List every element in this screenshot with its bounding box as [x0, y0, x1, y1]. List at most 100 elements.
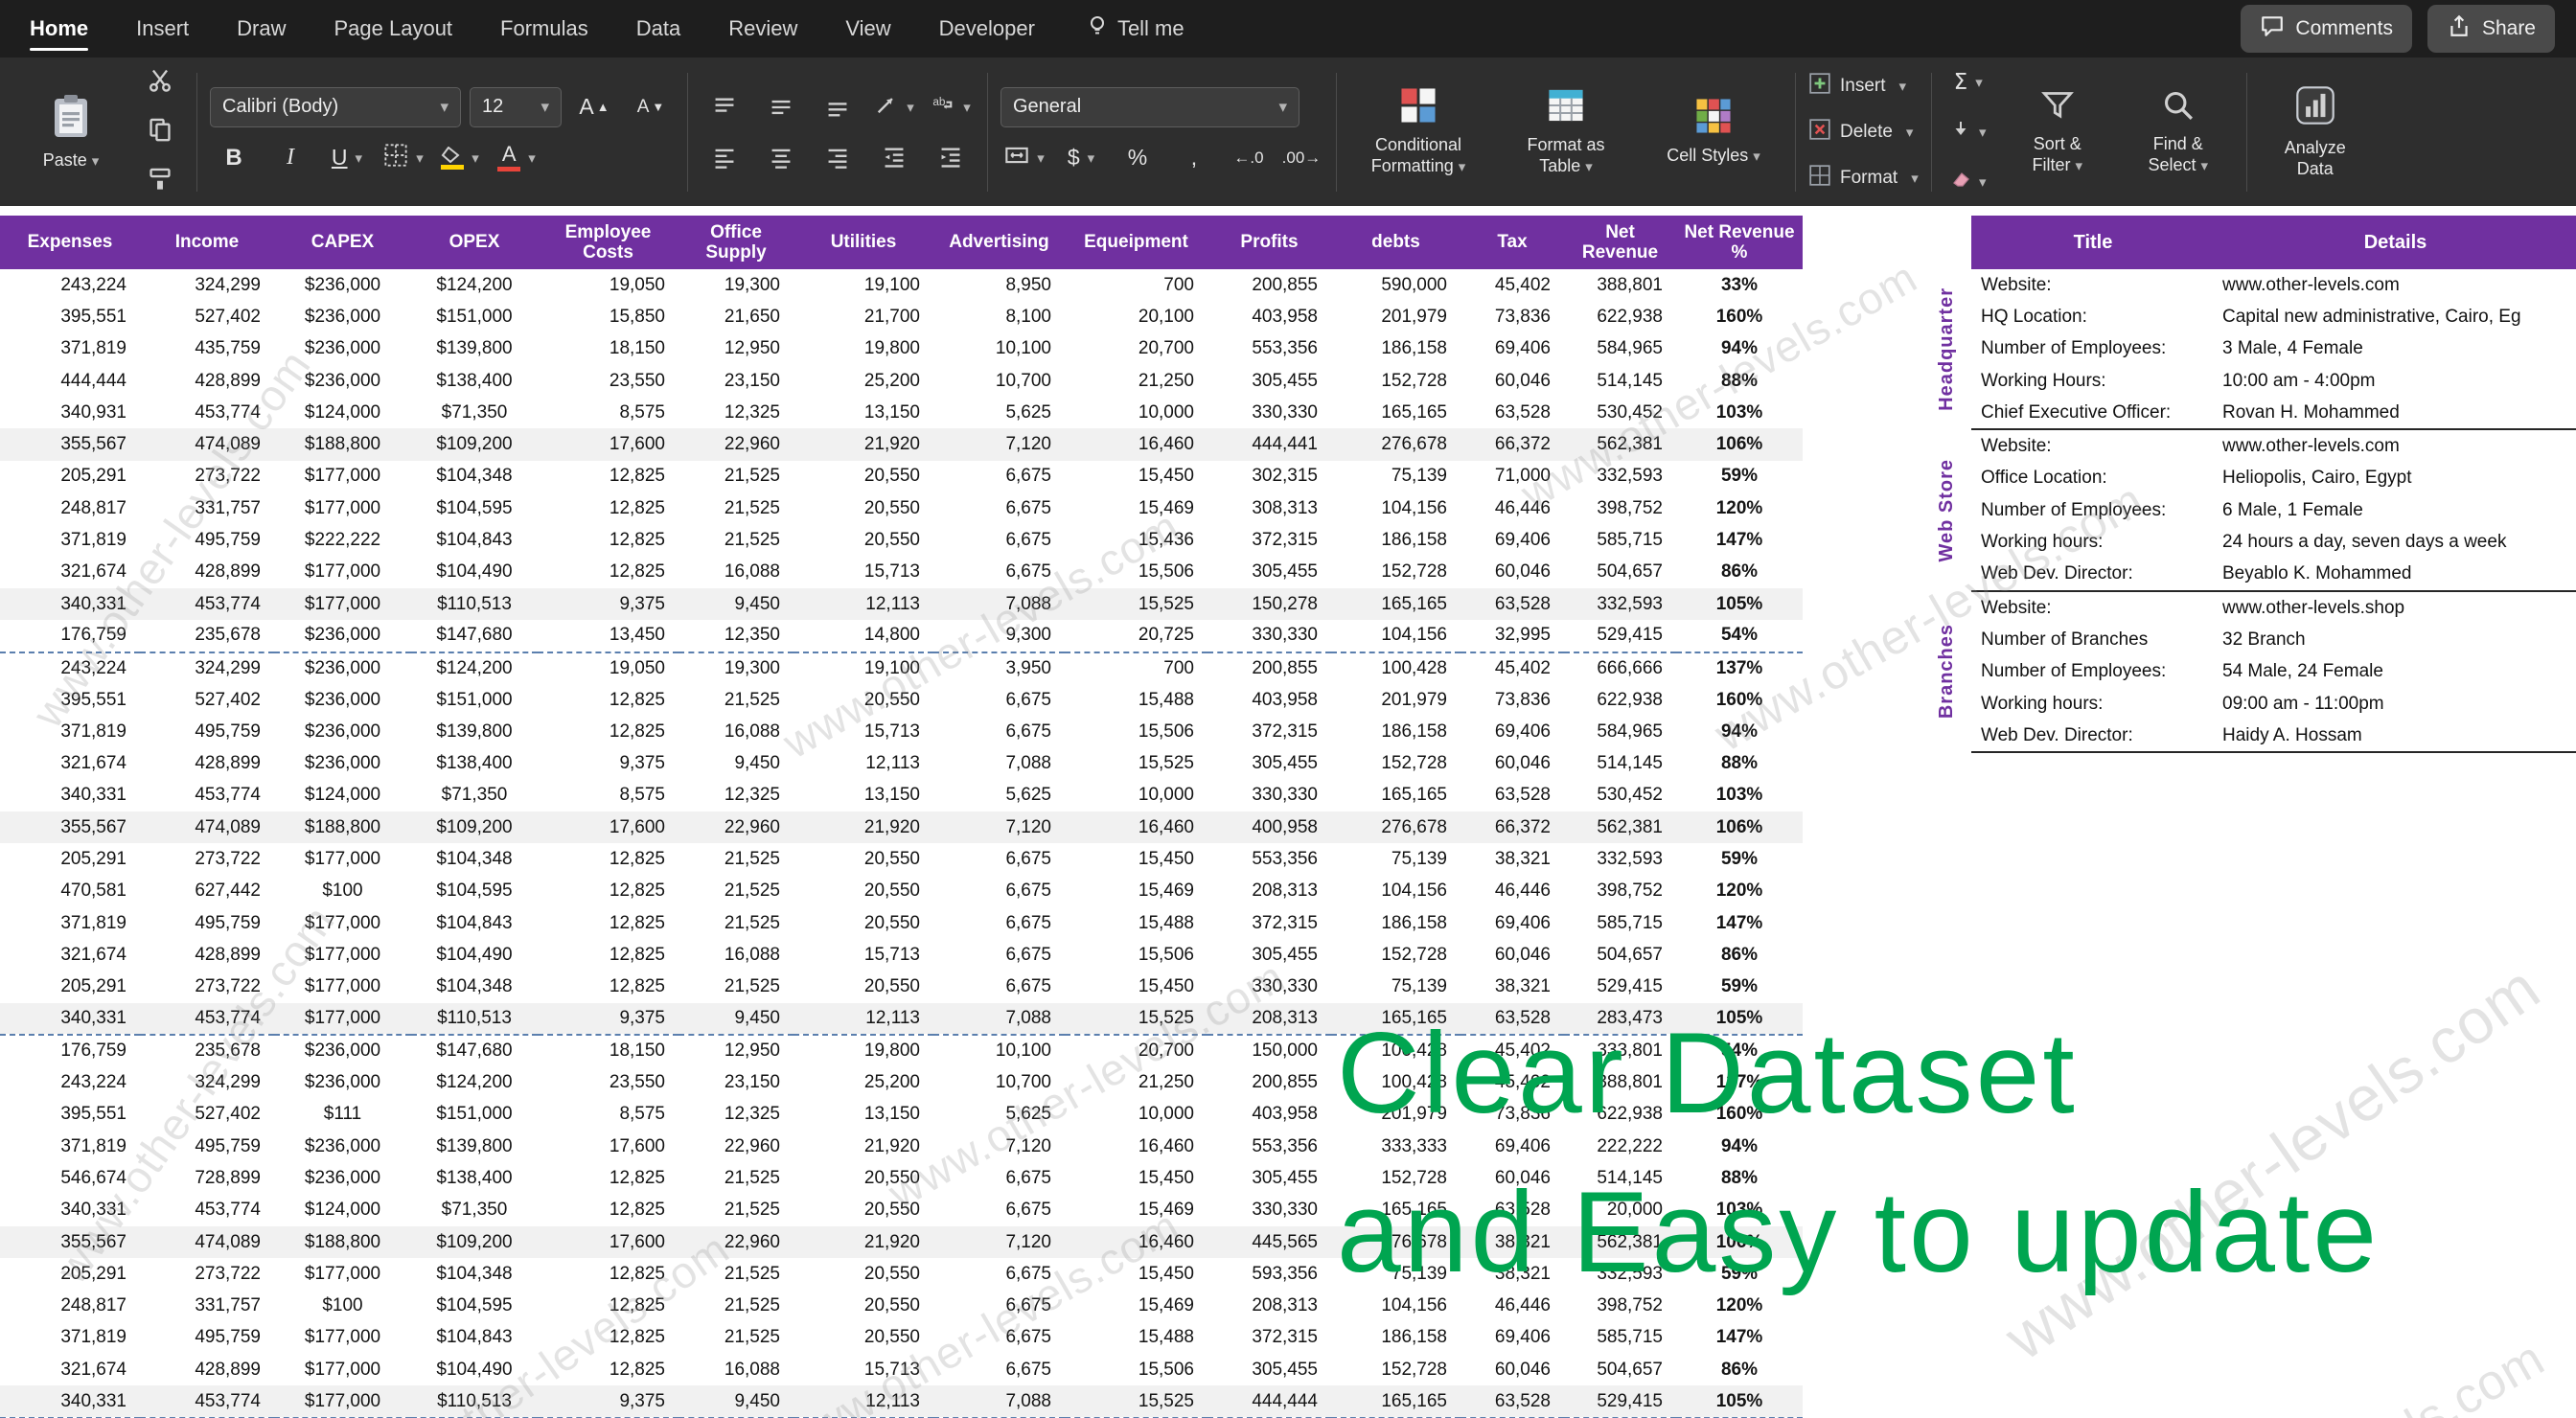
cell[interactable]: $177,000	[274, 1258, 411, 1290]
cell[interactable]: 514,145	[1564, 1162, 1676, 1194]
comma-format-button[interactable]: ,	[1170, 139, 1218, 177]
cell[interactable]: 333,801	[1564, 1035, 1676, 1066]
cell[interactable]: 21,250	[1065, 1066, 1208, 1098]
cell[interactable]: 60,046	[1460, 1162, 1564, 1194]
cell[interactable]: 21,525	[678, 1258, 794, 1290]
cell[interactable]: 20,550	[794, 876, 933, 907]
insert-cells-button[interactable]: Insert▾	[1808, 69, 1919, 103]
cell[interactable]: 527,402	[140, 684, 274, 716]
cell[interactable]: $124,200	[411, 269, 538, 301]
cell[interactable]: 45,402	[1460, 652, 1564, 684]
cell[interactable]: 150,278	[1208, 588, 1331, 620]
cell[interactable]: 593,356	[1208, 1258, 1331, 1290]
cell[interactable]: 15,713	[794, 716, 933, 747]
panel-title-cell[interactable]: Web Dev. Director:	[1971, 563, 2215, 584]
cell[interactable]: 75,139	[1331, 1258, 1460, 1290]
format-cells-button[interactable]: Format▾	[1808, 161, 1919, 195]
sort-filter-button[interactable]: Sort & Filter▾	[2002, 82, 2113, 181]
cell[interactable]: 23,150	[678, 365, 794, 397]
cell[interactable]: 395,551	[0, 301, 140, 332]
cell[interactable]: 546,674	[0, 1162, 140, 1194]
cell[interactable]: 495,759	[140, 1131, 274, 1162]
panel-title-cell[interactable]: Working hours:	[1971, 532, 2215, 553]
panel-detail-cell[interactable]: www.other-levels.shop	[2215, 598, 2576, 619]
cell[interactable]: 8,575	[538, 780, 678, 812]
cell[interactable]: 428,899	[140, 365, 274, 397]
align-top-button[interactable]	[701, 88, 748, 126]
cell[interactable]: 9,450	[678, 747, 794, 779]
cell[interactable]: 20,550	[794, 907, 933, 939]
panel-title-cell[interactable]: HQ Location:	[1971, 307, 2215, 328]
cell[interactable]: 147%	[1676, 1322, 1803, 1354]
cell[interactable]: 186,158	[1331, 907, 1460, 939]
cell[interactable]: 340,931	[0, 397, 140, 428]
conditional-formatting-button[interactable]: Conditional Formatting▾	[1349, 81, 1487, 182]
italic-button[interactable]: I	[266, 139, 314, 177]
cell[interactable]: 305,455	[1208, 1354, 1331, 1385]
cell[interactable]: 529,415	[1564, 620, 1676, 652]
cell[interactable]: 590,000	[1331, 269, 1460, 301]
cell[interactable]: 59%	[1676, 461, 1803, 492]
cell[interactable]: 15,450	[1065, 843, 1208, 875]
cell[interactable]: 332,593	[1564, 461, 1676, 492]
cell[interactable]: 15,506	[1065, 939, 1208, 971]
cell[interactable]: 23,550	[538, 365, 678, 397]
cell[interactable]: $177,000	[274, 972, 411, 1003]
cell[interactable]: $177,000	[274, 907, 411, 939]
cell[interactable]: 19,300	[678, 652, 794, 684]
cell[interactable]: 6,675	[933, 876, 1065, 907]
cell[interactable]: 372,315	[1208, 716, 1331, 747]
cell[interactable]: 59%	[1676, 843, 1803, 875]
cell[interactable]: 13,150	[794, 1099, 933, 1131]
cell[interactable]: 372,315	[1208, 907, 1331, 939]
cell[interactable]: 398,752	[1564, 876, 1676, 907]
cell[interactable]: 283,473	[1564, 1003, 1676, 1035]
cell[interactable]: 584,965	[1564, 716, 1676, 747]
panel-title-cell[interactable]: Office Location:	[1971, 468, 2215, 489]
cell[interactable]: 20,550	[794, 492, 933, 524]
cell[interactable]: 106%	[1676, 428, 1803, 460]
cell[interactable]: 12,825	[538, 1258, 678, 1290]
cell[interactable]: 305,455	[1208, 1162, 1331, 1194]
panel-detail-cell[interactable]: 09:00 am - 11:00pm	[2215, 694, 2576, 715]
cell[interactable]: 10,700	[933, 1066, 1065, 1098]
cell[interactable]: 20,550	[794, 1322, 933, 1354]
cell[interactable]: 15,713	[794, 939, 933, 971]
wrap-text-button[interactable]: ab▾	[927, 88, 975, 126]
cell[interactable]: $104,595	[411, 1291, 538, 1322]
cell[interactable]: 15,488	[1065, 907, 1208, 939]
cell[interactable]: $177,000	[274, 1003, 411, 1035]
panel-detail-cell[interactable]: Haidy A. Hossam	[2215, 725, 2576, 746]
cell[interactable]: 403,958	[1208, 1099, 1331, 1131]
cell[interactable]: 6,675	[933, 684, 1065, 716]
cell[interactable]: 176,759	[0, 620, 140, 652]
cell[interactable]: $110,513	[411, 1003, 538, 1035]
cell[interactable]: 19,100	[794, 652, 933, 684]
panel-title-cell[interactable]: Website:	[1971, 598, 2215, 619]
cell[interactable]: 514,145	[1564, 747, 1676, 779]
cell[interactable]: 12,825	[538, 939, 678, 971]
cell[interactable]: 21,920	[794, 428, 933, 460]
cell[interactable]: 38,321	[1460, 972, 1564, 1003]
align-middle-button[interactable]	[757, 88, 805, 126]
cell[interactable]: $71,350	[411, 780, 538, 812]
cell[interactable]: 6,675	[933, 1162, 1065, 1194]
cell[interactable]: 165,165	[1331, 780, 1460, 812]
cell[interactable]: 15,525	[1065, 588, 1208, 620]
cell[interactable]: 63,528	[1460, 1195, 1564, 1226]
cell[interactable]: 88%	[1676, 365, 1803, 397]
cell[interactable]: $236,000	[274, 1162, 411, 1194]
cell[interactable]: $139,800	[411, 333, 538, 365]
cell[interactable]: 152,728	[1331, 1354, 1460, 1385]
cell[interactable]: 12,113	[794, 588, 933, 620]
cell[interactable]: 6,675	[933, 524, 1065, 556]
cell[interactable]: $138,400	[411, 747, 538, 779]
cell[interactable]: 14,800	[794, 620, 933, 652]
cell[interactable]: 340,331	[0, 780, 140, 812]
cell[interactable]: 20,550	[794, 684, 933, 716]
cell[interactable]: 273,722	[140, 972, 274, 1003]
cell[interactable]: 45,402	[1460, 1066, 1564, 1098]
cell[interactable]: $236,000	[274, 301, 411, 332]
cell[interactable]: $104,348	[411, 972, 538, 1003]
cell[interactable]: 19,800	[794, 333, 933, 365]
